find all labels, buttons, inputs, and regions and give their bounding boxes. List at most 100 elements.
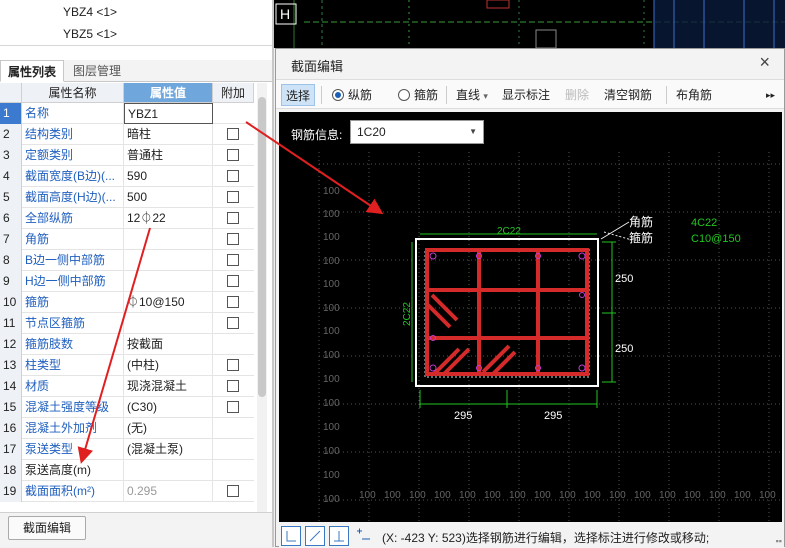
property-row[interactable]: 19 截面面积(m²) 0.295 — [0, 481, 254, 502]
stirrup-spec[interactable]: C10@150 — [691, 233, 741, 245]
tab-properties[interactable]: 属性列表 — [0, 60, 65, 82]
extra-checkbox[interactable] — [227, 359, 239, 371]
show-dimension-button[interactable]: 显示标注 — [502, 84, 550, 106]
grid-spacing-label: 100 — [323, 186, 340, 197]
extra-checkbox[interactable] — [227, 380, 239, 392]
property-row[interactable]: 6 全部纵筋 12⏀22 — [0, 208, 254, 229]
property-value[interactable]: 暗柱 — [124, 124, 213, 145]
close-icon[interactable]: × — [759, 52, 770, 73]
property-row[interactable]: 7 角筋 — [0, 229, 254, 250]
property-row[interactable]: 17 泵送类型 (混凝土泵) — [0, 439, 254, 460]
main-drawing-area[interactable]: H — [274, 0, 785, 49]
top-bars-label[interactable]: 2C22 — [497, 226, 521, 237]
property-value[interactable]: 0.295 — [124, 481, 213, 502]
line-dropdown[interactable]: 直线 ▾ — [456, 84, 488, 106]
tab-layer-manager[interactable]: 图层管理 — [66, 60, 128, 82]
dim-h1[interactable]: 250 — [615, 273, 633, 285]
toolbar-overflow-icon[interactable]: ▸▸ — [766, 84, 775, 106]
snap-toggle-icon[interactable] — [353, 526, 373, 546]
property-value[interactable]: 500 — [124, 187, 213, 208]
longitudinal-radio[interactable]: 纵筋 — [332, 84, 372, 106]
dim-b1[interactable]: 295 — [454, 410, 472, 422]
ortho-icon[interactable] — [281, 526, 301, 546]
section-canvas[interactable]: 钢筋信息: 1C20 ▼ 100 100 100 100 100 100 100 100 100… — [279, 112, 782, 522]
extra-checkbox[interactable] — [227, 275, 239, 287]
extra-checkbox[interactable] — [227, 191, 239, 203]
corner-rebar-callout: 角筋 — [629, 214, 653, 229]
scrollbar-thumb[interactable] — [258, 97, 266, 397]
resize-grip-icon[interactable]: ▪▪ — [776, 536, 782, 546]
property-row[interactable]: 4 截面宽度(B边)(... 590 — [0, 166, 254, 187]
extra-cell — [213, 418, 254, 439]
corner-rebar-spec[interactable]: 4C22 — [691, 217, 717, 229]
select-tool-button[interactable]: 选择 — [281, 84, 316, 106]
property-value[interactable]: (中柱) — [124, 355, 213, 376]
property-row[interactable]: 13 柱类型 (中柱) — [0, 355, 254, 376]
property-value[interactable]: 普通柱 — [124, 145, 213, 166]
dialog-title: 截面编辑 — [291, 59, 344, 74]
property-value[interactable] — [124, 229, 213, 250]
stirrup-radio[interactable]: 箍筋 — [398, 84, 438, 106]
grid-scrollbar[interactable] — [257, 83, 267, 513]
property-value[interactable] — [124, 271, 213, 292]
extra-checkbox[interactable] — [227, 170, 239, 182]
property-value[interactable]: YBZ1 — [124, 103, 213, 124]
dialog-titlebar[interactable]: 截面编辑 × — [276, 49, 784, 77]
property-row[interactable]: 1 名称 YBZ1 — [0, 103, 254, 124]
extra-checkbox[interactable] — [227, 212, 239, 224]
property-value[interactable]: 现浇混凝土 — [124, 376, 213, 397]
property-row[interactable]: 15 混凝土强度等级 (C30) — [0, 397, 254, 418]
property-row[interactable]: 12 箍筋肢数 按截面 — [0, 334, 254, 355]
property-row[interactable]: 11 节点区箍筋 — [0, 313, 254, 334]
dim-h2[interactable]: 250 — [615, 343, 633, 355]
rebar-point[interactable] — [429, 252, 437, 260]
property-value[interactable]: (无) — [124, 418, 213, 439]
property-row[interactable]: 14 材质 现浇混凝土 — [0, 376, 254, 397]
extra-checkbox[interactable] — [227, 254, 239, 266]
property-value[interactable] — [124, 250, 213, 271]
clear-rebar-button[interactable]: 清空钢筋 — [604, 84, 652, 106]
rebar-point[interactable] — [579, 292, 585, 298]
panel-divider[interactable] — [272, 0, 274, 547]
extra-checkbox[interactable] — [227, 296, 239, 308]
rebar-point[interactable] — [578, 364, 586, 372]
property-value[interactable]: 按截面 — [124, 334, 213, 355]
property-row[interactable]: 3 定额类别 普通柱 — [0, 145, 254, 166]
extra-checkbox[interactable] — [227, 317, 239, 329]
dim-b2[interactable]: 295 — [544, 410, 562, 422]
property-row[interactable]: 10 箍筋 ⏀10@150 — [0, 292, 254, 313]
property-name: B边一侧中部筋 — [22, 250, 124, 271]
property-value[interactable]: (C30) — [124, 397, 213, 418]
property-row[interactable]: 8 B边一侧中部筋 — [0, 250, 254, 271]
property-row[interactable]: 18 泵送高度(m) — [0, 460, 254, 481]
polar-icon[interactable] — [305, 526, 325, 546]
tree-item[interactable]: YBZ5 <1> — [63, 27, 117, 41]
grid-spacing-label: 100 — [434, 490, 451, 501]
side-bars-label[interactable]: 2C22 — [402, 302, 413, 326]
property-row[interactable]: 5 截面高度(H边)(... 500 — [0, 187, 254, 208]
property-row[interactable]: 9 H边一侧中部筋 — [0, 271, 254, 292]
section-edit-button[interactable]: 截面编辑 — [8, 516, 86, 540]
extra-checkbox[interactable] — [227, 149, 239, 161]
rebar-point[interactable] — [578, 252, 586, 260]
extra-checkbox[interactable] — [227, 401, 239, 413]
tree-item[interactable]: YBZ4 <1> — [63, 5, 117, 19]
property-row[interactable]: 16 混凝土外加剂 (无) — [0, 418, 254, 439]
corner-rebar-button[interactable]: 布角筋 — [676, 84, 712, 106]
property-value[interactable]: 12⏀22 — [124, 208, 213, 229]
property-value[interactable]: ⏀10@150 — [124, 292, 213, 313]
property-value[interactable]: 590 — [124, 166, 213, 187]
property-name: 混凝土外加剂 — [22, 418, 124, 439]
property-value[interactable] — [124, 460, 213, 481]
extra-cell — [213, 376, 254, 397]
extra-checkbox[interactable] — [227, 485, 239, 497]
extra-checkbox[interactable] — [227, 128, 239, 140]
property-value[interactable]: (混凝土泵) — [124, 439, 213, 460]
property-value[interactable] — [124, 313, 213, 334]
delete-button[interactable]: 删除 — [565, 84, 589, 106]
property-row[interactable]: 2 结构类别 暗柱 — [0, 124, 254, 145]
perpendicular-icon[interactable] — [329, 526, 349, 546]
extra-checkbox[interactable] — [227, 233, 239, 245]
rebar-point[interactable] — [429, 364, 437, 372]
property-name: 混凝土强度等级 — [22, 397, 124, 418]
